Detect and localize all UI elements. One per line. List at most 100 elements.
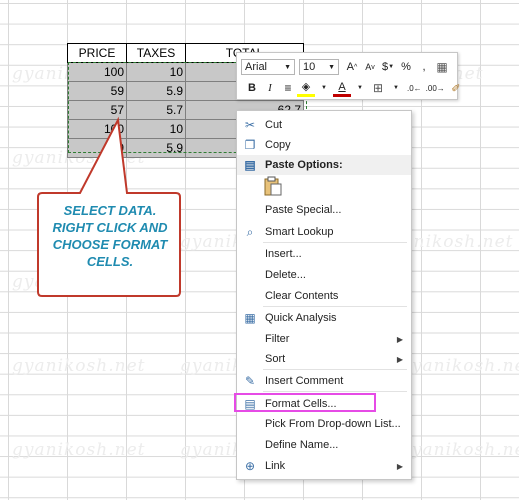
menu-item-sort[interactable]: Sort ▶: [237, 349, 411, 369]
menu-item-quick-analysis[interactable]: ▦ Quick Analysis: [237, 308, 411, 328]
header-price[interactable]: PRICE: [67, 43, 127, 63]
copy-icon: ❐: [244, 138, 256, 152]
menu-item-label: Sort: [265, 353, 286, 365]
menu-item-insert[interactable]: Insert...: [237, 244, 411, 264]
menu-item-label: Define Name...: [265, 439, 339, 451]
borders-icon[interactable]: ⊞: [369, 79, 387, 97]
cell-taxes[interactable]: 10: [126, 62, 186, 82]
paste-keep-formatting-icon[interactable]: [264, 176, 282, 196]
link-icon: ⊕: [244, 459, 256, 473]
smart-lookup-icon: ⌕: [246, 224, 254, 239]
cell-taxes[interactable]: 10: [126, 119, 186, 139]
cell-price[interactable]: 100: [67, 119, 127, 139]
bold-button[interactable]: B: [243, 79, 261, 97]
menu-item-smart-lookup[interactable]: ⌕ Smart Lookup: [237, 222, 411, 242]
cell-taxes[interactable]: 5.7: [126, 100, 186, 120]
percent-button[interactable]: %: [397, 58, 415, 76]
menu-item-label: Quick Analysis: [265, 312, 337, 324]
italic-label: I: [268, 82, 272, 94]
font-color-button[interactable]: A: [333, 80, 351, 97]
shrink-font-button[interactable]: Av: [361, 58, 379, 76]
decrease-decimal-icon[interactable]: .00→: [424, 79, 447, 97]
menu-separator: [263, 242, 407, 243]
format-painter-icon[interactable]: ✐: [447, 79, 465, 97]
cell-price[interactable]: 59: [67, 81, 127, 101]
menu-item-pick-from-drop-down-list[interactable]: Pick From Drop-down List...: [237, 414, 411, 434]
menu-item-label: Paste Special...: [265, 204, 342, 216]
cell-taxes[interactable]: 5.9: [126, 138, 186, 158]
menu-item-label: Link: [265, 460, 286, 472]
chevron-down-icon: ▼: [284, 63, 291, 71]
grow-font-label: A: [346, 61, 355, 73]
menu-item-link[interactable]: ⊕ Link ▶: [237, 456, 411, 476]
mini-toolbar: Arial ▼ 10 ▼ A ^ Av $ ▼ % , ▦ B I ≡ ◈ ▼ A …: [236, 52, 460, 100]
menu-header-paste-options: ▤ Paste Options:: [237, 155, 411, 175]
chevron-down-icon[interactable]: ▼: [387, 79, 405, 97]
font-name-value: Arial: [245, 61, 268, 73]
cell-taxes[interactable]: 5.9: [126, 81, 186, 101]
percent-label: %: [401, 61, 411, 73]
menu-item-label: Clear Contents: [265, 290, 339, 302]
watermark: gyanikosh.net: [12, 356, 146, 376]
menu-item-label: Delete...: [265, 269, 306, 281]
menu-item-define-name[interactable]: Define Name...: [237, 435, 411, 455]
insert-comment-icon: ✎: [244, 374, 256, 388]
font-name-select[interactable]: Arial ▼: [241, 59, 295, 75]
menu-item-label: Smart Lookup: [265, 226, 334, 238]
paste-icon: ▤: [244, 158, 256, 172]
italic-button[interactable]: I: [261, 79, 279, 97]
menu-separator: [263, 391, 407, 392]
callout-line: RIGHT CLICK AND: [52, 220, 168, 235]
quick-analysis-icon: ▦: [244, 311, 256, 325]
currency-button[interactable]: $ ▼: [379, 58, 397, 76]
watermark: gyanikosh.net: [400, 356, 519, 376]
menu-item-label: Copy: [265, 139, 291, 151]
chevron-right-icon: ▶: [396, 334, 403, 344]
font-size-value: 10: [303, 61, 316, 73]
chevron-right-icon: ▶: [396, 354, 403, 364]
context-menu: ✂ Cut ❐ Copy ▤ Paste Options: Paste Spec…: [236, 110, 412, 480]
menu-header-label: Paste Options:: [265, 159, 343, 171]
grow-font-button[interactable]: A ^: [343, 58, 361, 76]
callout-line: CELLS.: [86, 254, 134, 269]
cell-price[interactable]: 100: [67, 62, 127, 82]
increase-decimal-icon[interactable]: .0←: [405, 79, 424, 97]
menu-item-label: Insert Comment: [265, 375, 344, 387]
chevron-right-icon: ▶: [396, 461, 403, 471]
menu-item-clear-contents[interactable]: Clear Contents: [237, 286, 411, 306]
header-taxes[interactable]: TAXES: [126, 43, 186, 63]
menu-item-cut[interactable]: ✂ Cut: [237, 115, 411, 135]
menu-item-delete[interactable]: Delete...: [237, 265, 411, 285]
comma-button[interactable]: ,: [415, 58, 433, 76]
font-size-select[interactable]: 10 ▼: [299, 59, 339, 75]
menu-item-copy[interactable]: ❐ Copy: [237, 135, 411, 155]
menu-item-label: Pick From Drop-down List...: [265, 418, 401, 430]
menu-item-insert-comment[interactable]: ✎ Insert Comment: [237, 371, 411, 391]
menu-item-label: Format Cells...: [265, 398, 337, 410]
menu-item-label: Insert...: [265, 248, 302, 260]
menu-separator: [263, 369, 407, 370]
format-table-icon[interactable]: ▦: [433, 58, 451, 76]
scissors-icon: ✂: [244, 118, 256, 132]
callout-line: CHOOSE FORMAT: [52, 237, 168, 252]
bold-label: B: [248, 82, 256, 94]
callout-text: SELECT DATA. RIGHT CLICK AND CHOOSE FORM…: [44, 202, 176, 270]
menu-item-label: Filter: [265, 333, 290, 345]
menu-item-label: Cut: [265, 119, 283, 131]
menu-separator: [263, 306, 407, 307]
cell-price[interactable]: 59: [67, 138, 127, 158]
watermark: gyanikosh.net: [12, 272, 146, 292]
align-center-icon[interactable]: ≡: [279, 79, 297, 97]
menu-item-paste-special[interactable]: Paste Special...: [237, 200, 411, 220]
fill-color-icon[interactable]: ◈: [297, 80, 315, 97]
watermark: gyanikosh.net: [400, 440, 519, 460]
chevron-down-icon[interactable]: ▼: [315, 79, 333, 97]
menu-item-filter[interactable]: Filter ▶: [237, 329, 411, 349]
callout-line: SELECT DATA.: [63, 203, 157, 218]
format-cells-icon: ▤: [244, 397, 256, 411]
menu-item-format-cells[interactable]: ▤ Format Cells...: [237, 394, 411, 414]
font-color-label: A: [338, 80, 346, 93]
cell-price[interactable]: 57: [67, 100, 127, 120]
chevron-down-icon[interactable]: ▼: [351, 79, 369, 97]
comma-label: ,: [422, 61, 426, 73]
